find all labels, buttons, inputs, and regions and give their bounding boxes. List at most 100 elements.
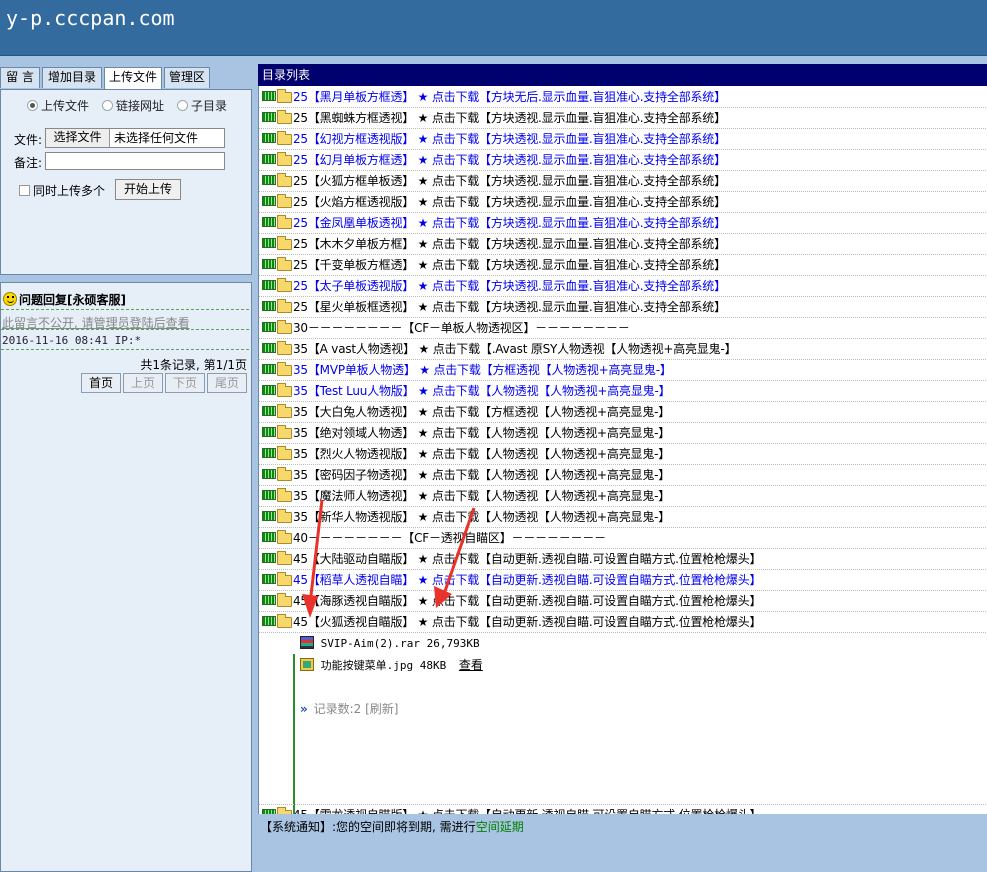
folder-icon — [277, 320, 292, 334]
directory-row[interactable]: 25【木木夕单板方框】 ★ 点击下载【方块透视.显示血量.盲狙准心.支持全部系统… — [259, 234, 987, 255]
directory-row[interactable]: 45【火狐透视自瞄版】 ★ 点击下载【自动更新.透视自瞄.可设置自瞄方式.位置枪… — [259, 612, 987, 633]
directory-row[interactable]: 25【幻月单板方框透】 ★ 点击下载【方块透视.显示血量.盲狙准心.支持全部系统… — [259, 150, 987, 171]
directory-row[interactable]: 35【绝对领域人物透】 ★ 点击下载【人物透视【人物透视+高亮显鬼-】 — [259, 423, 987, 444]
pager-prev-button[interactable]: 上页 — [123, 373, 163, 393]
tab-messages[interactable]: 留 言 — [0, 67, 40, 88]
left-panel: 留 言 增加目录 上传文件 管理区 上传文件 链接网址 子目录 文件: 选择文件… — [0, 64, 252, 872]
folder-icon — [277, 509, 292, 523]
divider — [1, 309, 249, 310]
messages-panel: 问题回复[永硕客服] 此留言不公开, 请管理员登陆后查看 2016-11-16 … — [0, 282, 252, 872]
message-title[interactable]: 问题回复[永硕客服] — [3, 291, 126, 308]
directory-row[interactable]: 35【密码因子物透视】 ★ 点击下载【人物透视【人物透视+高亮显鬼-】 — [259, 465, 987, 486]
start-upload-button[interactable]: 开始上传 — [115, 179, 181, 200]
directory-row[interactable]: 25【金凤凰单板透视】 ★ 点击下载【方块透视.显示血量.盲狙准心.支持全部系统… — [259, 213, 987, 234]
mode-link-url[interactable]: 链接网址 — [102, 97, 164, 114]
directory-row-label: 35【MVP单板人物透】 ★ 点击下载【方框透视【人物透视+高亮显鬼-】 — [293, 363, 672, 377]
directory-row-label: 25【金凤凰单板透视】 ★ 点击下载【方块透视.显示血量.盲狙准心.支持全部系统… — [293, 216, 726, 230]
directory-row[interactable]: 25【黑月单板方框透】 ★ 点击下载【方块无后.显示血量.盲狙准心.支持全部系统… — [259, 87, 987, 108]
choose-file-button[interactable]: 选择文件 — [46, 129, 110, 147]
notice-text: 【系统通知】:您的空间即将到期, 需进行 — [260, 820, 476, 834]
folder-icon — [277, 425, 292, 439]
pager-next-button[interactable]: 下页 — [165, 373, 205, 393]
directory-row[interactable]: 30－－－－－－－－【CF－单板人物透视区】－－－－－－－－ — [259, 318, 987, 339]
directory-row[interactable]: 35【A vast人物透视】 ★ 点击下载【.Avast 原SY人物透视【人物透… — [259, 339, 987, 360]
directory-row[interactable]: 35【魔法师人物透视】 ★ 点击下载【人物透视【人物透视+高亮显鬼-】 — [259, 486, 987, 507]
site-header: y-p.cccpan.com — [0, 0, 987, 56]
directory-row-label: 35【Test Luu人物版】 ★ 点击下载【人物透视【人物透视+高亮显鬼-】 — [293, 384, 671, 398]
directory-row-label: 25【幻视方框透视版】 ★ 点击下载【方块透视.显示血量.盲狙准心.支持全部系统… — [293, 132, 726, 146]
directory-row[interactable]: 25【黑蜘蛛方框透视】 ★ 点击下载【方块透视.显示血量.盲狙准心.支持全部系统… — [259, 108, 987, 129]
folder-icon — [277, 173, 292, 187]
multi-upload-option[interactable]: 同时上传多个 — [19, 182, 105, 199]
directory-row[interactable]: 35【Test Luu人物版】 ★ 点击下载【人物透视【人物透视+高亮显鬼-】 — [259, 381, 987, 402]
directory-row[interactable]: 45【大陆驱动自瞄版】 ★ 点击下载【自动更新.透视自瞄.可设置自瞄方式.位置枪… — [259, 549, 987, 570]
extend-space-link[interactable]: 空间延期 — [476, 820, 524, 834]
directory-row-partial[interactable]: 45【雷龙透视自瞄版】 ★ 点击下载【自动更新.透视自瞄.可设置自瞄方式.位置枪… — [259, 804, 987, 814]
message-meta: 2016-11-16 08:41 IP:* — [2, 334, 142, 347]
directory-row[interactable]: 25【火焰方框透视版】 ★ 点击下载【方块透视.显示血量.盲狙准心.支持全部系统… — [259, 192, 987, 213]
directory-row[interactable]: 35【MVP单板人物透】 ★ 点击下载【方框透视【人物透视+高亮显鬼-】 — [259, 360, 987, 381]
bar-icon — [262, 364, 276, 374]
file-size: 26,793KB — [426, 637, 480, 650]
note-input[interactable] — [45, 152, 225, 170]
pager-last-button[interactable]: 尾页 — [207, 373, 247, 393]
folder-icon — [277, 614, 292, 628]
folder-icon — [277, 257, 292, 271]
directory-row[interactable]: 25【幻视方框透视版】 ★ 点击下载【方块透视.显示血量.盲狙准心.支持全部系统… — [259, 129, 987, 150]
folder-icon — [277, 341, 292, 355]
radio-icon — [177, 100, 188, 111]
folder-icon — [277, 299, 292, 313]
folder-icon — [277, 404, 292, 418]
directory-row-label: 35【新华人物透视版】 ★ 点击下载【人物透视【人物透视+高亮显鬼-】 — [293, 510, 671, 524]
tab-add-directory[interactable]: 增加目录 — [42, 67, 102, 88]
file-item-jpg[interactable]: 功能按键菜单.jpg 48KB 查看 — [300, 656, 483, 673]
file-name: SVIP-Aim(2).rar — [320, 637, 420, 650]
directory-row[interactable]: 35【大白兔人物透视】 ★ 点击下载【方框透视【人物透视+高亮显鬼-】 — [259, 402, 987, 423]
bar-icon — [262, 448, 276, 458]
folder-icon — [277, 488, 292, 502]
mode-upload-file[interactable]: 上传文件 — [27, 97, 89, 114]
directory-row-label: 35【魔法师人物透视】 ★ 点击下载【人物透视【人物透视+高亮显鬼-】 — [293, 489, 671, 503]
directory-row[interactable]: 35【烈火人物透视版】 ★ 点击下载【人物透视【人物透视+高亮显鬼-】 — [259, 444, 987, 465]
folder-icon — [277, 530, 292, 544]
file-label: 文件: — [14, 133, 43, 147]
folder-icon — [277, 194, 292, 208]
file-input[interactable]: 选择文件 未选择任何文件 — [45, 128, 225, 148]
directory-row[interactable]: 25【千变单板方框透】 ★ 点击下载【方块透视.显示血量.盲狙准心.支持全部系统… — [259, 255, 987, 276]
bar-icon — [262, 490, 276, 500]
directory-row[interactable]: 35【新华人物透视版】 ★ 点击下载【人物透视【人物透视+高亮显鬼-】 — [259, 507, 987, 528]
directory-row[interactable]: 25【火狐方框单板透】 ★ 点击下载【方块透视.显示血量.盲狙准心.支持全部系统… — [259, 171, 987, 192]
bar-icon — [262, 574, 276, 584]
directory-row-label: 45【稻草人透视自瞄】 ★ 点击下载【自动更新.透视自瞄.可设置自瞄方式.位置枪… — [293, 573, 762, 587]
directory-row-label: 35【密码因子物透视】 ★ 点击下载【人物透视【人物透视+高亮显鬼-】 — [293, 468, 671, 482]
tab-admin[interactable]: 管理区 — [164, 67, 210, 88]
directory-row[interactable]: 45【海豚透视自瞄版】 ★ 点击下载【自动更新.透视自瞄.可设置自瞄方式.位置枪… — [259, 591, 987, 612]
mode-subdirectory[interactable]: 子目录 — [177, 97, 227, 114]
folder-icon — [277, 467, 292, 481]
folder-icon — [277, 278, 292, 292]
site-title: y-p.cccpan.com — [6, 6, 175, 30]
directory-row-label: 25【火狐方框单板透】 ★ 点击下载【方块透视.显示血量.盲狙准心.支持全部系统… — [293, 174, 726, 188]
message-count: 共1条记录, 第1/1页 — [140, 358, 247, 372]
bar-icon — [262, 469, 276, 479]
bar-icon — [262, 91, 276, 101]
tab-upload-file[interactable]: 上传文件 — [104, 67, 162, 89]
directory-row[interactable]: 45【稻草人透视自瞄】 ★ 点击下载【自动更新.透视自瞄.可设置自瞄方式.位置枪… — [259, 570, 987, 591]
refresh-link[interactable]: [刷新] — [365, 702, 398, 716]
view-link[interactable]: 查看 — [459, 658, 483, 672]
checkbox-icon[interactable] — [19, 185, 30, 196]
directory-row-label: 35【大白兔人物透视】 ★ 点击下载【方框透视【人物透视+高亮显鬼-】 — [293, 405, 671, 419]
bar-icon — [262, 343, 276, 353]
file-item-rar[interactable]: SVIP-Aim(2).rar 26,793KB — [300, 636, 480, 650]
bar-icon — [262, 112, 276, 122]
directory-row-label: 25【黑蜘蛛方框透视】 ★ 点击下载【方块透视.显示血量.盲狙准心.支持全部系统… — [293, 111, 726, 125]
folder-icon — [277, 236, 292, 250]
directory-row[interactable]: 40－－－－－－－－【CF－透视自瞄区】－－－－－－－－ — [259, 528, 987, 549]
pager-first-button[interactable]: 首页 — [81, 373, 121, 393]
smile-icon — [3, 292, 17, 306]
bar-icon — [262, 301, 276, 311]
directory-row[interactable]: 25【太子单板透视版】 ★ 点击下载【方块透视.显示血量.盲狙准心.支持全部系统… — [259, 276, 987, 297]
directory-row[interactable]: 25【星火单板框透视】 ★ 点击下载【方块透视.显示血量.盲狙准心.支持全部系统… — [259, 297, 987, 318]
bar-icon — [262, 238, 276, 248]
directory-row-label: 35【A vast人物透视】 ★ 点击下载【.Avast 原SY人物透视【人物透… — [293, 342, 737, 356]
